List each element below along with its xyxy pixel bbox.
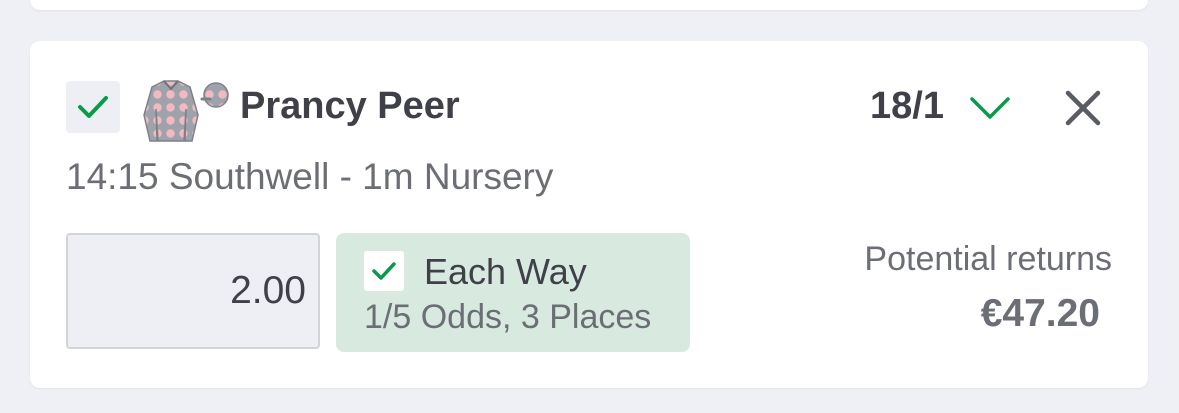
bet-slip-card: Prancy Peer 18/1 14:15 Southwell - 1m Nu… — [30, 41, 1148, 388]
each-way-checkbox[interactable] — [364, 251, 404, 291]
potential-returns-value: €47.20 — [980, 292, 1100, 335]
chevron-down-icon[interactable] — [968, 91, 1012, 125]
odds-value[interactable]: 18/1 — [870, 81, 944, 131]
event-info: 14:15 Southwell - 1m Nursery — [66, 156, 554, 197]
each-way-toggle[interactable]: Each Way 1/5 Odds, 3 Places — [336, 233, 690, 352]
stake-input[interactable] — [66, 233, 320, 349]
check-icon — [78, 96, 108, 118]
each-way-terms: 1/5 Odds, 3 Places — [364, 298, 652, 336]
close-icon[interactable] — [1062, 87, 1104, 129]
each-way-label: Each Way — [424, 251, 587, 292]
runner-name: Prancy Peer — [240, 85, 460, 127]
jockey-silks-icon — [143, 80, 229, 142]
selection-checkbox[interactable] — [66, 81, 120, 133]
check-icon — [372, 262, 396, 280]
previous-bet-card — [30, 0, 1148, 10]
potential-returns-label: Potential returns — [864, 240, 1112, 278]
